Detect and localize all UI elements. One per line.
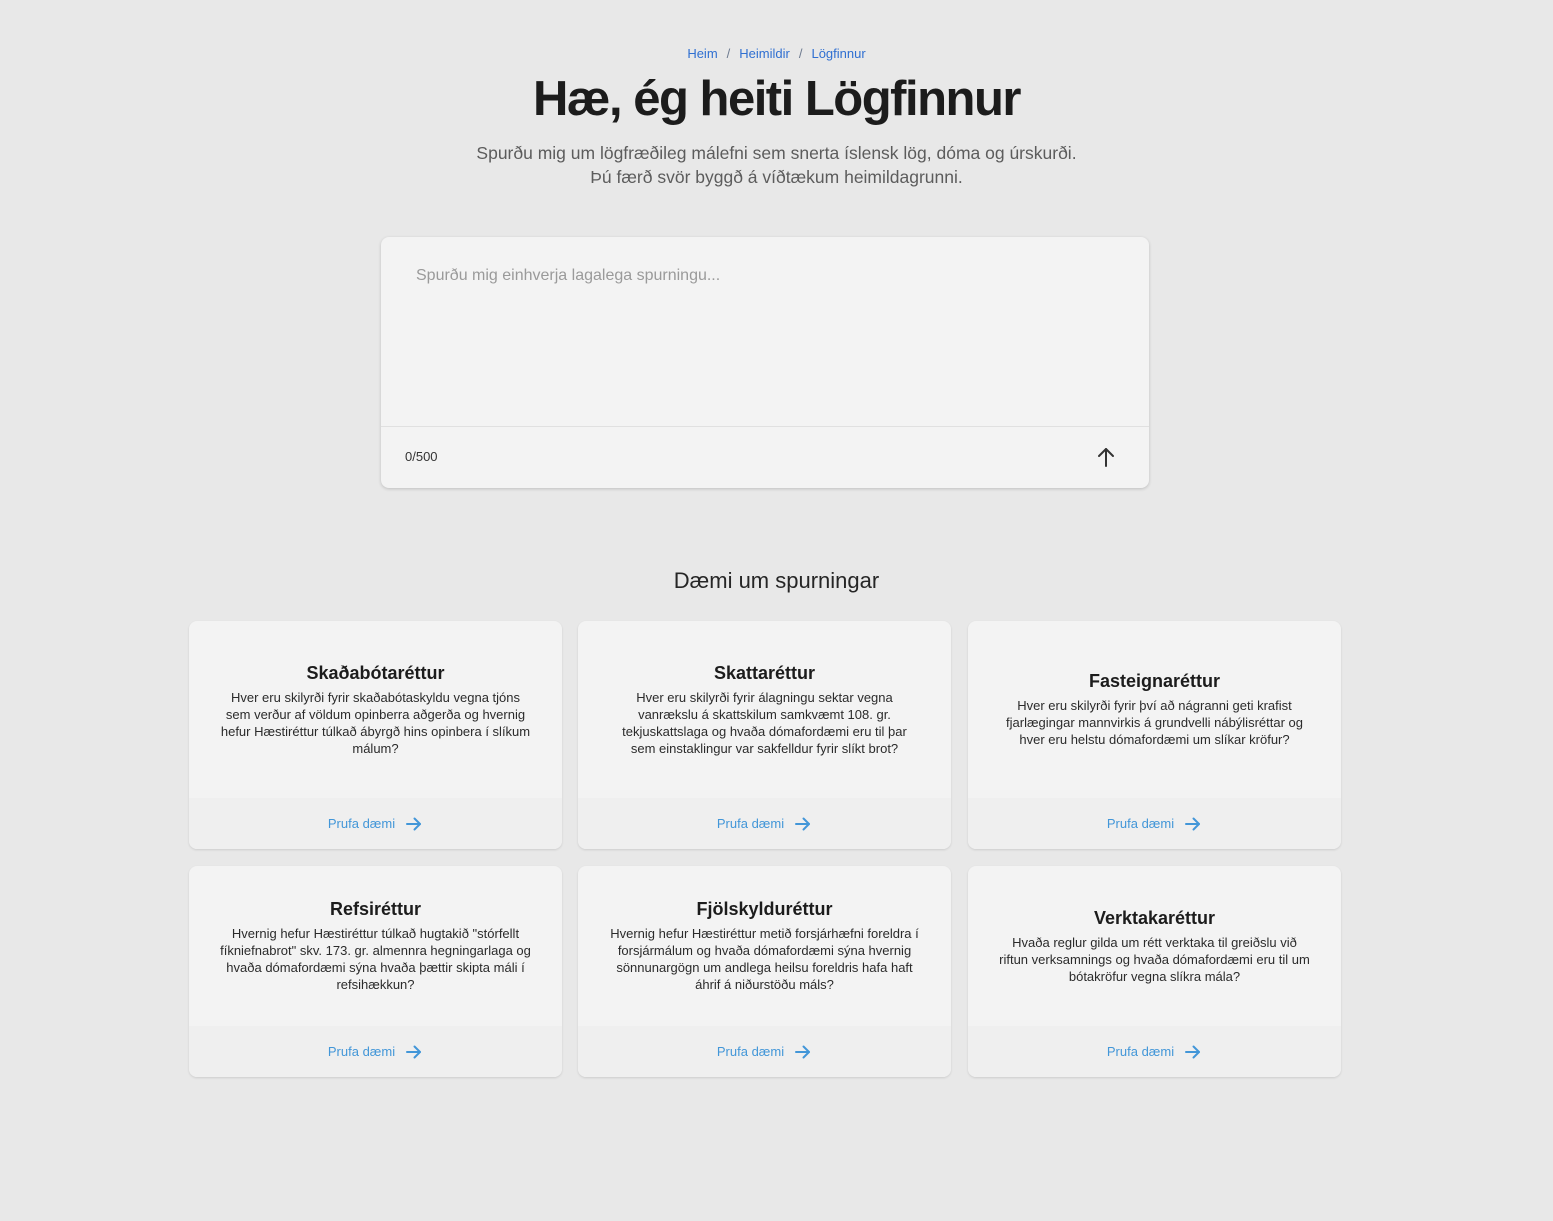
page-subtitle: Spurðu mig um lögfræðileg málefni sem sn…	[0, 141, 1553, 189]
card-question: Hvernig hefur Hæstiréttur metið forsjárh…	[610, 926, 919, 992]
subtitle-line-1: Spurðu mig um lögfræðileg málefni sem sn…	[476, 143, 1077, 163]
arrow-right-icon	[795, 1045, 811, 1058]
breadcrumb-current-link[interactable]: Lögfinnur	[811, 46, 865, 61]
try-example-link[interactable]: Prufa dæmi	[1107, 815, 1202, 833]
page-title: Hæ, ég heiti Lögfinnur	[533, 72, 1021, 126]
card-footer: Prufa dæmi	[968, 1026, 1341, 1077]
card-question: Hver eru skilyrði fyrir álagningu sektar…	[622, 689, 907, 756]
arrow-right-icon	[1185, 1045, 1201, 1058]
try-example-link[interactable]: Prufa dæmi	[717, 1043, 812, 1061]
try-example-link[interactable]: Prufa dæmi	[328, 1043, 423, 1061]
try-example-label: Prufa dæmi	[716, 1044, 785, 1059]
query-box: 0/500	[381, 237, 1149, 488]
arrow-up-icon	[1098, 448, 1114, 467]
try-example-label: Prufa dæmi	[1106, 1044, 1175, 1059]
card-title: Fjölskylduréttur	[696, 899, 833, 919]
try-example-link[interactable]: Prufa dæmi	[328, 815, 423, 833]
card-question: Hvernig hefur Hæstiréttur túlkað hugtaki…	[220, 926, 531, 992]
example-card-tax-law[interactable]: Skattaréttur Hver eru skilyrði fyrir ála…	[578, 621, 951, 849]
try-example-link[interactable]: Prufa dæmi	[1107, 1043, 1202, 1061]
example-card-property-law[interactable]: Fasteignaréttur Hver eru skilyrði fyrir …	[968, 621, 1341, 849]
try-example-link[interactable]: Prufa dæmi	[717, 815, 812, 833]
card-footer: Prufa dæmi	[578, 1026, 951, 1077]
breadcrumb-separator: /	[726, 46, 731, 61]
card-footer: Prufa dæmi	[189, 798, 562, 849]
card-footer: Prufa dæmi	[189, 1026, 562, 1077]
example-card-damages-law[interactable]: Skaðabótaréttur Hver eru skilyrði fyrir …	[189, 621, 562, 849]
examples-heading: Dæmi um spurningar	[673, 568, 880, 593]
try-example-label: Prufa dæmi	[327, 1044, 396, 1059]
card-question: Hver eru skilyrði fyrir því að nágranni …	[1006, 698, 1303, 747]
card-footer: Prufa dæmi	[968, 798, 1341, 849]
card-body: Refsiréttur Hvernig hefur Hæstiréttur tú…	[189, 866, 562, 1026]
example-card-contractor-law[interactable]: Verktakaréttur Hvaða reglur gilda um rét…	[968, 866, 1341, 1077]
breadcrumb-home-link[interactable]: Heim	[687, 46, 717, 61]
char-counter: 0/500	[405, 449, 438, 464]
query-footer: 0/500	[381, 426, 1149, 488]
example-card-family-law[interactable]: Fjölskylduréttur Hvernig hefur Hæstirétt…	[578, 866, 951, 1077]
card-title: Skattaréttur	[713, 662, 816, 683]
card-title: Verktakaréttur	[1093, 907, 1216, 928]
arrow-right-icon	[406, 817, 422, 830]
card-body: Skaðabótaréttur Hver eru skilyrði fyrir …	[189, 621, 562, 798]
arrow-right-icon	[795, 817, 811, 830]
try-example-label: Prufa dæmi	[327, 816, 396, 831]
subtitle-line-2: Þú færð svör byggð á víðtækum heimildagr…	[590, 167, 963, 187]
breadcrumb-separator: /	[798, 46, 803, 61]
card-footer: Prufa dæmi	[578, 798, 951, 849]
card-title: Fasteignaréttur	[1088, 671, 1221, 691]
send-button[interactable]	[1093, 443, 1119, 471]
try-example-label: Prufa dæmi	[716, 816, 785, 831]
card-body: Fjölskylduréttur Hvernig hefur Hæstirétt…	[578, 866, 951, 1026]
card-body: Fasteignaréttur Hver eru skilyrði fyrir …	[968, 621, 1341, 798]
example-card-criminal-law[interactable]: Refsiréttur Hvernig hefur Hæstiréttur tú…	[189, 866, 562, 1077]
card-question: Hver eru skilyrði fyrir skaðabótaskyldu …	[220, 689, 531, 756]
breadcrumb-sources-link[interactable]: Heimildir	[739, 46, 790, 61]
arrow-right-icon	[406, 1045, 422, 1058]
card-question: Hvaða reglur gilda um rétt verktaka til …	[999, 934, 1310, 984]
arrow-right-icon	[1185, 817, 1201, 830]
breadcrumb: Heim / Heimildir / Lögfinnur	[0, 46, 1553, 61]
card-title: Skaðabótaréttur	[306, 662, 445, 683]
try-example-label: Prufa dæmi	[1106, 816, 1175, 831]
question-input[interactable]	[381, 237, 1149, 426]
card-title: Refsiréttur	[329, 899, 422, 919]
card-body: Skattaréttur Hver eru skilyrði fyrir ála…	[578, 621, 951, 798]
card-body: Verktakaréttur Hvaða reglur gilda um rét…	[968, 866, 1341, 1026]
